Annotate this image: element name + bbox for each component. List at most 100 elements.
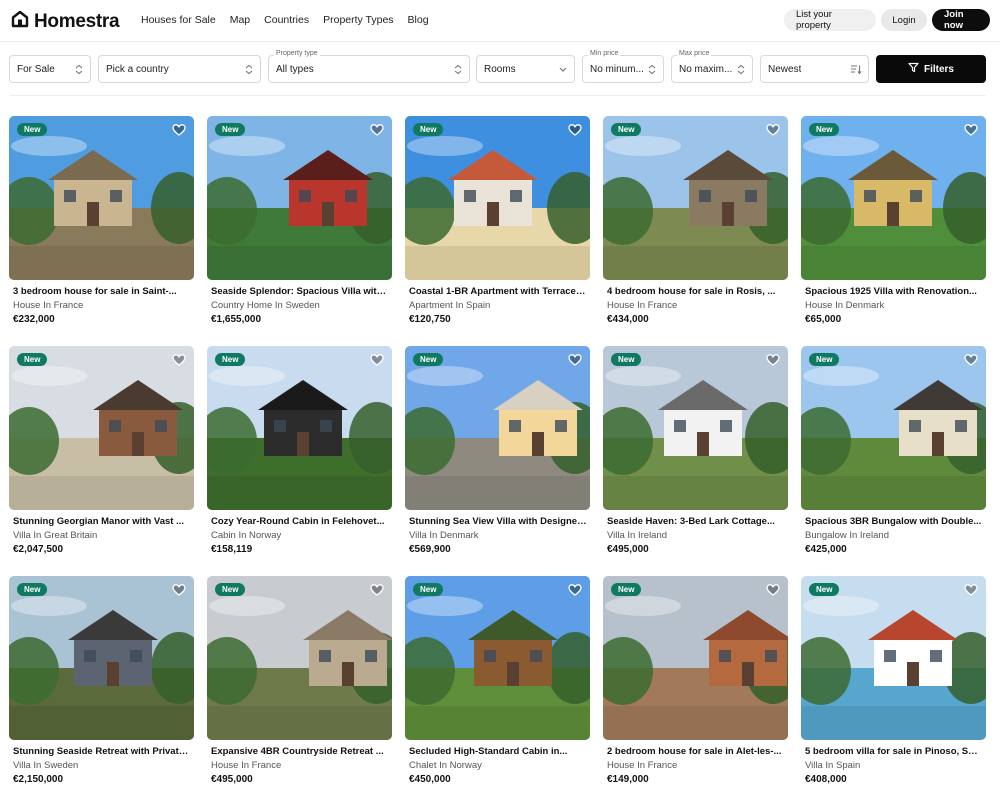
heart-icon[interactable] xyxy=(964,583,978,597)
listing-price: €1,655,000 xyxy=(211,314,262,325)
listing-photo[interactable]: New xyxy=(9,576,194,740)
listing-price: €2,150,000 xyxy=(13,774,64,785)
nav-countries[interactable]: Countries xyxy=(264,14,309,26)
heart-icon[interactable] xyxy=(766,353,780,367)
listing-title[interactable]: 2 bedroom house for sale in Alet-les-... xyxy=(607,746,785,757)
list-property-button[interactable]: List your property xyxy=(784,9,876,31)
heart-icon[interactable] xyxy=(370,123,384,137)
sort-select[interactable]: Newest xyxy=(760,55,869,83)
heart-icon[interactable] xyxy=(568,583,582,597)
country-select[interactable]: Pick a country xyxy=(98,55,261,83)
listing-subtitle: Villa In Denmark xyxy=(409,530,479,541)
listing-card[interactable]: New Spacious 1925 Villa with Renovation.… xyxy=(801,116,986,336)
heart-icon[interactable] xyxy=(766,123,780,137)
listing-photo[interactable]: New xyxy=(405,116,590,280)
max-price-select[interactable]: Max price No maxim... xyxy=(671,50,753,83)
updown-icon xyxy=(453,64,463,75)
listing-title[interactable]: Seaside Haven: 3-Bed Lark Cottage... xyxy=(607,516,785,527)
listing-card[interactable]: New 5 bedroom villa for sale in Pinoso, … xyxy=(801,576,986,788)
join-now-button[interactable]: Join now xyxy=(932,9,990,31)
listing-title[interactable]: Stunning Georgian Manor with Vast ... xyxy=(13,516,191,527)
funnel-icon xyxy=(908,62,919,76)
listing-photo[interactable]: New xyxy=(207,576,392,740)
listing-title[interactable]: Spacious 1925 Villa with Renovation... xyxy=(805,286,983,297)
listing-title[interactable]: 5 bedroom villa for sale in Pinoso, Spai… xyxy=(805,746,983,757)
listing-price: €425,000 xyxy=(805,544,847,555)
listing-title[interactable]: Spacious 3BR Bungalow with Double... xyxy=(805,516,983,527)
status-select[interactable]: For Sale xyxy=(9,55,91,83)
listing-title[interactable]: Expansive 4BR Countryside Retreat ... xyxy=(211,746,389,757)
heart-icon[interactable] xyxy=(964,123,978,137)
listing-card[interactable]: New Cozy Year-Round Cabin in Felehovet..… xyxy=(207,346,392,566)
listing-photo[interactable]: New xyxy=(405,576,590,740)
rooms-value: Rooms xyxy=(484,64,516,75)
heart-icon[interactable] xyxy=(370,583,384,597)
listing-card[interactable]: New Coastal 1-BR Apartment with Terrace,… xyxy=(405,116,590,336)
listing-subtitle: House In France xyxy=(607,760,678,771)
listing-title[interactable]: Stunning Seaside Retreat with Private ..… xyxy=(13,746,191,757)
heart-icon[interactable] xyxy=(964,353,978,367)
listing-card[interactable]: New Stunning Sea View Villa with Designe… xyxy=(405,346,590,566)
listing-subtitle: House In France xyxy=(607,300,678,311)
listing-price: €232,000 xyxy=(13,314,55,325)
listing-title[interactable]: Secluded High-Standard Cabin in... xyxy=(409,746,587,757)
listing-card[interactable]: New Stunning Georgian Manor with Vast ..… xyxy=(9,346,194,566)
nav-property-types[interactable]: Property Types xyxy=(323,14,393,26)
listing-card[interactable]: New Secluded High-Standard Cabin in... C… xyxy=(405,576,590,788)
min-price-label: Min price xyxy=(588,50,621,57)
listing-card[interactable]: New 2 bedroom house for sale in Alet-les… xyxy=(603,576,788,788)
listing-card[interactable]: New 4 bedroom house for sale in Rosis, .… xyxy=(603,116,788,336)
property-type-select[interactable]: Property type All types xyxy=(268,50,470,83)
listing-price: €158,119 xyxy=(211,544,253,555)
listing-title[interactable]: Stunning Sea View Villa with Designer... xyxy=(409,516,587,527)
heart-icon[interactable] xyxy=(172,583,186,597)
listing-photo[interactable]: New xyxy=(9,346,194,510)
listing-photo[interactable]: New xyxy=(9,116,194,280)
heart-icon[interactable] xyxy=(172,123,186,137)
listing-photo[interactable]: New xyxy=(405,346,590,510)
listing-title[interactable]: 4 bedroom house for sale in Rosis, ... xyxy=(607,286,785,297)
min-price-select[interactable]: Min price No minum... xyxy=(582,50,664,83)
listing-photo[interactable]: New xyxy=(801,576,986,740)
listing-card[interactable]: New 3 bedroom house for sale in Saint-..… xyxy=(9,116,194,336)
updown-icon xyxy=(736,64,746,75)
listing-card[interactable]: New Stunning Seaside Retreat with Privat… xyxy=(9,576,194,788)
filters-button[interactable]: Filters xyxy=(876,55,986,83)
updown-icon xyxy=(647,64,657,75)
listing-photo[interactable]: New xyxy=(603,346,788,510)
heart-icon[interactable] xyxy=(568,123,582,137)
heart-icon[interactable] xyxy=(568,353,582,367)
heart-icon[interactable] xyxy=(766,583,780,597)
listing-card[interactable]: New Seaside Haven: 3-Bed Lark Cottage...… xyxy=(603,346,788,566)
max-price-label: Max price xyxy=(677,50,712,57)
listing-photo[interactable]: New xyxy=(603,116,788,280)
listing-title[interactable]: Seaside Splendor: Spacious Villa with... xyxy=(211,286,389,297)
listing-photo[interactable]: New xyxy=(207,346,392,510)
listing-photo[interactable]: New xyxy=(207,116,392,280)
login-button[interactable]: Login xyxy=(881,9,927,31)
nav-houses-for-sale[interactable]: Houses for Sale xyxy=(141,14,216,26)
listing-price: €495,000 xyxy=(607,544,649,555)
listing-subtitle: Bungalow In Ireland xyxy=(805,530,889,541)
listing-photo[interactable]: New xyxy=(801,116,986,280)
top-header: Homestra Houses for Sale Map Countries P… xyxy=(0,0,1000,42)
rooms-select[interactable]: Rooms xyxy=(476,55,575,83)
nav-map[interactable]: Map xyxy=(230,14,250,26)
brand-name: Homestra xyxy=(34,10,120,32)
listing-card[interactable]: New Spacious 3BR Bungalow with Double...… xyxy=(801,346,986,566)
listing-title[interactable]: Coastal 1-BR Apartment with Terrace, ... xyxy=(409,286,587,297)
filter-bar: For Sale Pick a country Property type Al… xyxy=(0,50,1000,96)
listing-photo[interactable]: New xyxy=(603,576,788,740)
listing-card[interactable]: New Expansive 4BR Countryside Retreat ..… xyxy=(207,576,392,788)
listing-title[interactable]: Cozy Year-Round Cabin in Felehovet... xyxy=(211,516,389,527)
brand-logo[interactable]: Homestra xyxy=(10,9,120,34)
heart-icon[interactable] xyxy=(370,353,384,367)
listing-card[interactable]: New Seaside Splendor: Spacious Villa wit… xyxy=(207,116,392,336)
listing-price: €495,000 xyxy=(211,774,253,785)
listing-title[interactable]: 3 bedroom house for sale in Saint-... xyxy=(13,286,191,297)
nav-blog[interactable]: Blog xyxy=(408,14,429,26)
listing-subtitle: Villa In Sweden xyxy=(13,760,79,771)
heart-icon[interactable] xyxy=(172,353,186,367)
listing-photo[interactable]: New xyxy=(801,346,986,510)
new-badge: New xyxy=(215,353,246,366)
